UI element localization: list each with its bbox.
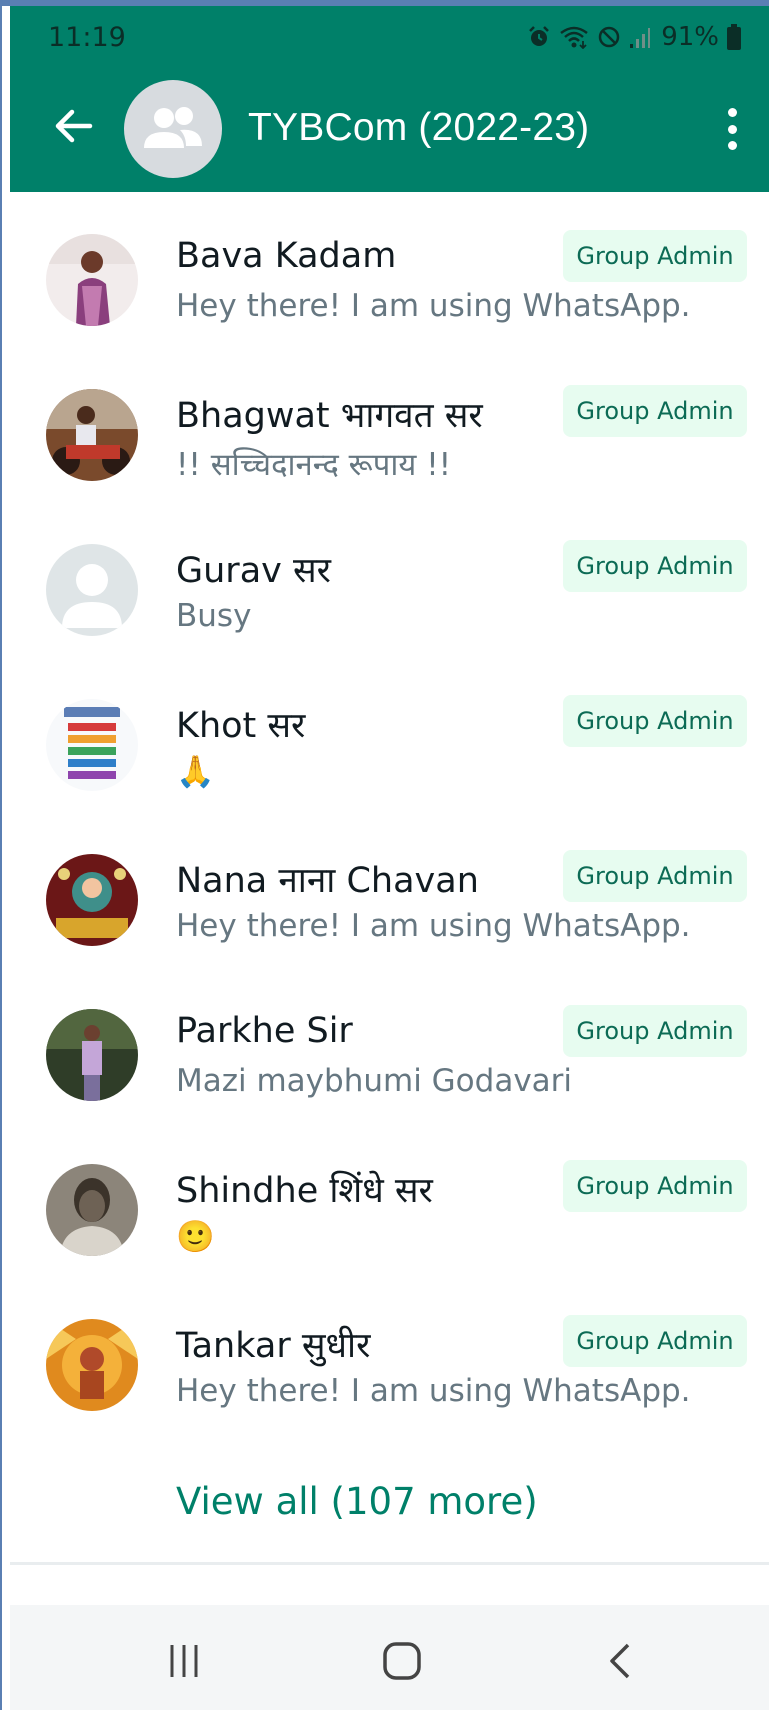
alarm-icon [527,25,551,49]
participant-status: !! सच्चिदानन्द रूपाय !! [176,447,452,483]
system-nav-bar [10,1605,769,1710]
more-vert-icon[interactable] [717,104,747,154]
participant-name: Tankar सुधीर [176,1326,371,1366]
status-bar: 11:19 91% [10,6,769,66]
participant-name: Nana नाना Chavan [176,861,479,901]
participant-status: 🙂 [176,1219,215,1255]
participant-row[interactable]: Tankar सुधीर Hey there! I am using Whats… [10,1277,769,1432]
participant-status: Hey there! I am using WhatsApp. [176,908,691,944]
group-admin-badge: Group Admin [563,1005,747,1057]
participant-row[interactable]: Gurav सर Busy Group Admin [10,502,769,657]
participant-name: Shindhe शिंधे सर [176,1171,433,1211]
divider [10,1562,769,1565]
avatar[interactable] [46,854,138,946]
app-bar: TYBCom (2022-23) [10,76,769,186]
participant-status: 🙏 [176,754,215,790]
battery-icon [727,24,741,50]
signal-icon [629,25,651,49]
avatar[interactable] [46,1009,138,1101]
participant-status: Hey there! I am using WhatsApp. [176,288,691,324]
header: 11:19 91% TYBCom (2022-23) [10,6,769,192]
status-time: 11:19 [48,22,126,53]
participant-row[interactable]: Bhagwat भागवत सर !! सच्चिदानन्द रूपाय !!… [10,347,769,502]
dnd-icon [597,25,621,49]
back-icon[interactable] [594,1637,650,1685]
group-title[interactable]: TYBCom (2022-23) [248,106,589,150]
group-avatar-icon[interactable] [124,80,222,178]
participant-row[interactable]: Bava Kadam Hey there! I am using WhatsAp… [10,192,769,347]
avatar[interactable] [46,1319,138,1411]
recents-icon[interactable] [156,1637,212,1685]
avatar[interactable] [46,1164,138,1256]
battery-percent: 91% [661,22,719,52]
participant-name: Parkhe Sir [176,1011,353,1051]
participant-status: Hey there! I am using WhatsApp. [176,1373,691,1409]
back-arrow-icon[interactable] [50,102,98,150]
participant-row[interactable]: Nana नाना Chavan Hey there! I am using W… [10,812,769,967]
participant-status: Mazi maybhumi Godavari [176,1063,573,1099]
participant-row[interactable]: Shindhe शिंधे सर 🙂 Group Admin [10,1122,769,1277]
home-icon[interactable] [374,1637,430,1685]
participant-list: Bava Kadam Hey there! I am using WhatsAp… [10,192,769,1432]
group-admin-badge: Group Admin [563,385,747,437]
participant-status: Busy [176,598,252,634]
avatar[interactable] [46,234,138,326]
group-admin-badge: Group Admin [563,695,747,747]
wifi-icon [559,25,589,49]
participant-name: Gurav सर [176,551,331,591]
group-admin-badge: Group Admin [563,230,747,282]
default-avatar-icon[interactable] [46,544,138,636]
group-admin-badge: Group Admin [563,540,747,592]
group-admin-badge: Group Admin [563,1315,747,1367]
group-admin-badge: Group Admin [563,1160,747,1212]
avatar[interactable] [46,699,138,791]
avatar[interactable] [46,389,138,481]
view-all-link[interactable]: View all (107 more) [176,1480,538,1523]
participant-name: Khot सर [176,706,306,746]
status-icons: 91% [527,22,741,52]
participant-name: Bava Kadam [176,236,397,276]
group-admin-badge: Group Admin [563,850,747,902]
participant-row[interactable]: Khot सर 🙏 Group Admin [10,657,769,812]
participant-name: Bhagwat भागवत सर [176,396,483,436]
participant-row[interactable]: Parkhe Sir Mazi maybhumi Godavari Group … [10,967,769,1122]
